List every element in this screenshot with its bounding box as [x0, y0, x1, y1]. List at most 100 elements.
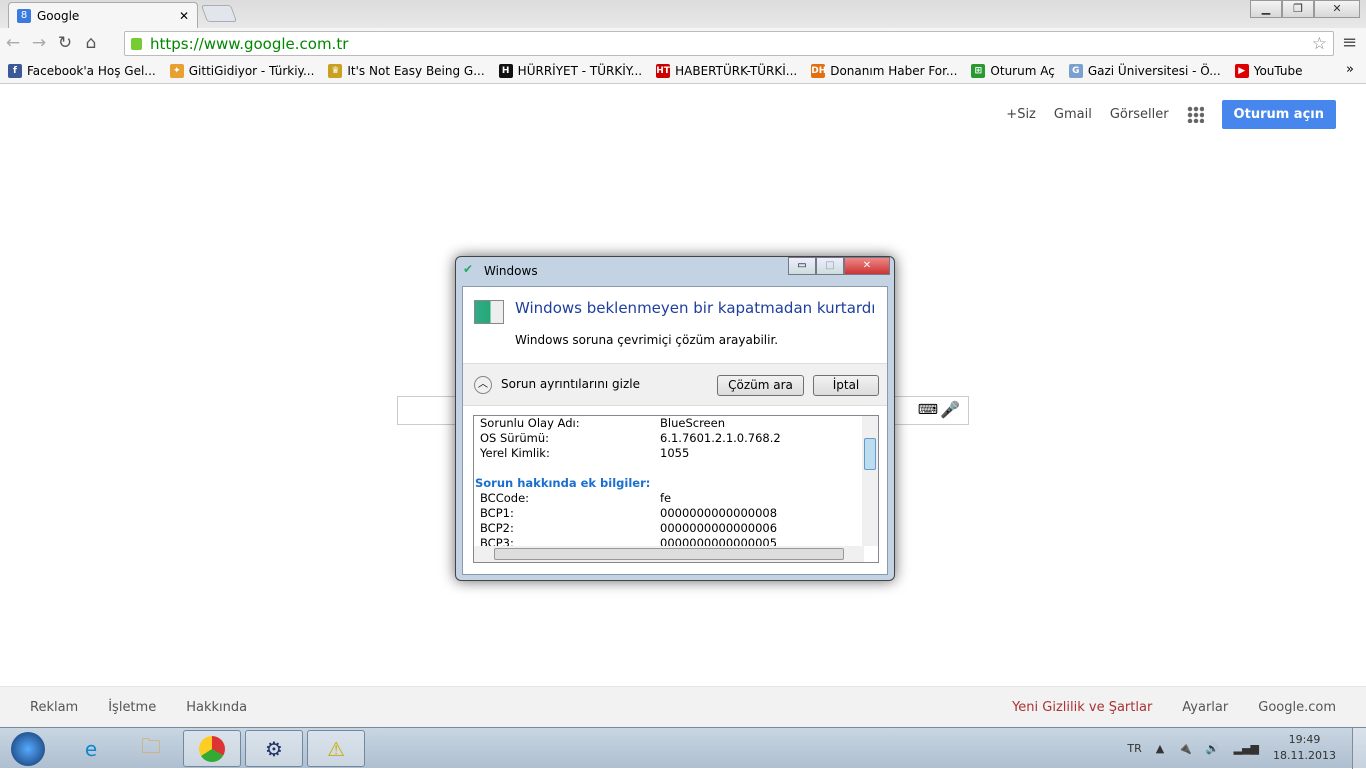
dialog-heading: Windows beklenmeyen bir kapatmadan kurta…	[515, 299, 876, 317]
detail-row: OS Sürümü: 6.1.7601.2.1.0.768.2	[474, 431, 878, 446]
close-window-button[interactable]: ✕	[1314, 0, 1360, 18]
facebook-icon: f	[8, 63, 22, 78]
detail-row: BCP2: 0000000000000006	[474, 521, 878, 536]
bookmark-label: HABERTÜRK-TÜRKİ...	[675, 63, 798, 78]
dialog-subtext: Windows soruna çevrimiçi çözüm arayabili…	[515, 333, 779, 347]
bookmark-item[interactable]: ♛ It's Not Easy Being G...	[328, 63, 485, 78]
signin-button[interactable]: Oturum açın	[1221, 100, 1336, 129]
more-bookmarks-icon[interactable]: »	[1346, 62, 1354, 77]
star-icon[interactable]: ☆	[1312, 34, 1327, 54]
gazi-icon: G	[1068, 63, 1083, 78]
minimize-button[interactable]: ▁	[1250, 0, 1282, 18]
menu-icon[interactable]: ≡	[1342, 32, 1357, 53]
apps-grid-icon[interactable]	[1186, 106, 1204, 123]
link-plus[interactable]: +Siz	[1006, 107, 1036, 122]
footer-privacy[interactable]: Yeni Gizlilik ve Şartlar	[1012, 700, 1152, 715]
link-images[interactable]: Görseller	[1110, 107, 1169, 122]
close-tab-icon[interactable]: ✕	[179, 9, 189, 23]
bookmark-label: HÜRRİYET - TÜRKİY...	[517, 63, 643, 78]
bookmark-label: GittiGidiyor - Türkiy...	[188, 63, 315, 78]
bookmark-item[interactable]: H HÜRRİYET - TÜRKİY...	[498, 63, 643, 78]
report-icon	[474, 300, 504, 324]
bookmark-item[interactable]: ✦ GittiGidiyor - Türkiy...	[169, 63, 315, 78]
footer-business[interactable]: İşletme	[108, 700, 156, 715]
language-indicator[interactable]: TR	[1127, 742, 1141, 755]
detail-key: OS Sürümü:	[480, 431, 549, 445]
hurriyet-icon: H	[498, 63, 513, 78]
new-tab-button[interactable]	[200, 5, 238, 22]
chrome-taskbar-icon[interactable]	[183, 730, 241, 767]
horizontal-scrollbar[interactable]	[474, 546, 864, 562]
footer-ads[interactable]: Reklam	[30, 700, 78, 715]
bookmark-item[interactable]: ⊞ Oturum Aç	[971, 63, 1055, 78]
windows-flag-icon: ✔	[463, 262, 474, 276]
detail-value: BlueScreen	[660, 416, 725, 430]
clock-date: 18.11.2013	[1273, 749, 1336, 762]
detail-row: BCCode: fe	[474, 491, 878, 506]
footer-google-com[interactable]: Google.com	[1258, 700, 1336, 715]
network-signal-icon[interactable]: ▂▄▆	[1234, 742, 1259, 755]
dialog-maximize-button[interactable]: □	[816, 257, 844, 275]
dialog-close-button[interactable]: ✕	[844, 257, 890, 275]
detail-value: 1055	[660, 446, 690, 460]
toggle-details-label[interactable]: Sorun ayrıntılarını gizle	[501, 377, 640, 391]
detail-key: BCP2:	[480, 521, 514, 535]
microphone-icon[interactable]: 🎤	[940, 400, 960, 419]
reload-icon[interactable]: ↻	[52, 33, 78, 53]
collapse-chevron-icon[interactable]: ︿	[474, 376, 492, 394]
bookmark-label: Facebook'a Hoş Gel...	[27, 63, 156, 78]
footer-settings[interactable]: Ayarlar	[1182, 700, 1228, 715]
home-icon[interactable]: ⌂	[78, 33, 104, 53]
internet-explorer-icon[interactable]: e	[62, 730, 120, 767]
keyboard-icon[interactable]: ⌨	[918, 402, 938, 418]
volume-icon[interactable]: 🔊	[1206, 742, 1220, 755]
bookmark-item[interactable]: f Facebook'a Hoş Gel...	[8, 63, 156, 78]
detail-value: fe	[660, 491, 672, 505]
find-solution-button[interactable]: Çözüm ara	[717, 375, 804, 396]
gittigidiyor-icon: ✦	[169, 63, 184, 78]
bookmark-item[interactable]: G Gazi Üniversitesi - Ö...	[1068, 63, 1221, 78]
action-center-taskbar-icon[interactable]: ⚠	[307, 730, 365, 767]
google-favicon-icon: 8	[17, 8, 31, 23]
tab-strip: 8 Google ✕ ▁ ❐ ✕	[0, 0, 1366, 28]
bookmark-label: It's Not Easy Being G...	[347, 63, 485, 78]
donanimhaber-icon: DH	[811, 63, 827, 78]
start-button[interactable]	[2, 730, 54, 767]
tab-title: Google	[37, 8, 80, 23]
clock[interactable]: 19:49 18.11.2013	[1273, 732, 1336, 764]
bookmark-label: YouTube	[1253, 63, 1303, 78]
bookmark-label: Gazi Üniversitesi - Ö...	[1087, 63, 1221, 78]
bookmark-item[interactable]: HT HABERTÜRK-TÜRKİ...	[656, 63, 798, 78]
power-icon[interactable]: 🔌	[1178, 742, 1192, 755]
detail-row: Sorunlu Olay Adı: BlueScreen	[474, 416, 878, 431]
dialog-title: Windows	[484, 264, 538, 278]
bookmark-label: Oturum Aç	[990, 63, 1055, 78]
detail-value: 0000000000000008	[660, 506, 778, 520]
cancel-button[interactable]: İptal	[813, 375, 879, 396]
vertical-scrollbar[interactable]	[862, 416, 878, 546]
crown-icon: ♛	[328, 63, 343, 78]
link-gmail[interactable]: Gmail	[1054, 107, 1092, 122]
bookmark-item[interactable]: ▶ YouTube	[1234, 63, 1303, 78]
footer-about[interactable]: Hakkında	[186, 700, 247, 715]
detail-key: BCCode:	[480, 491, 530, 505]
detail-value: 6.1.7601.2.1.0.768.2	[660, 431, 781, 445]
show-hidden-icons[interactable]: ▲	[1156, 742, 1164, 755]
address-bar[interactable]: https://www.google.com.tr ☆	[124, 31, 1334, 56]
back-icon[interactable]: ←	[0, 33, 26, 53]
lock-icon	[131, 37, 142, 50]
show-desktop-button[interactable]	[1352, 728, 1366, 769]
google-footer: Reklam İşletme Hakkında Yeni Gizlilik ve…	[0, 686, 1366, 727]
details-panel: Sorunlu Olay Adı: BlueScreen OS Sürümü: 6.1…	[473, 415, 879, 563]
bookmark-item[interactable]: DH Donanım Haber For...	[811, 63, 957, 78]
tab-google[interactable]: 8 Google ✕	[8, 2, 198, 28]
windows-icon: ⊞	[971, 63, 986, 78]
explorer-folder-icon[interactable]: 🗀	[122, 730, 180, 767]
forward-icon[interactable]: →	[26, 33, 52, 53]
program-taskbar-icon[interactable]: ⚙	[245, 730, 303, 767]
dialog-minimize-button[interactable]: ▭	[788, 257, 816, 275]
detail-key: Yerel Kimlik:	[480, 446, 550, 460]
url-text: https://www.google.com.tr	[150, 34, 349, 53]
restore-button[interactable]: ❐	[1282, 0, 1314, 18]
detail-key: Sorunlu Olay Adı:	[480, 416, 580, 430]
